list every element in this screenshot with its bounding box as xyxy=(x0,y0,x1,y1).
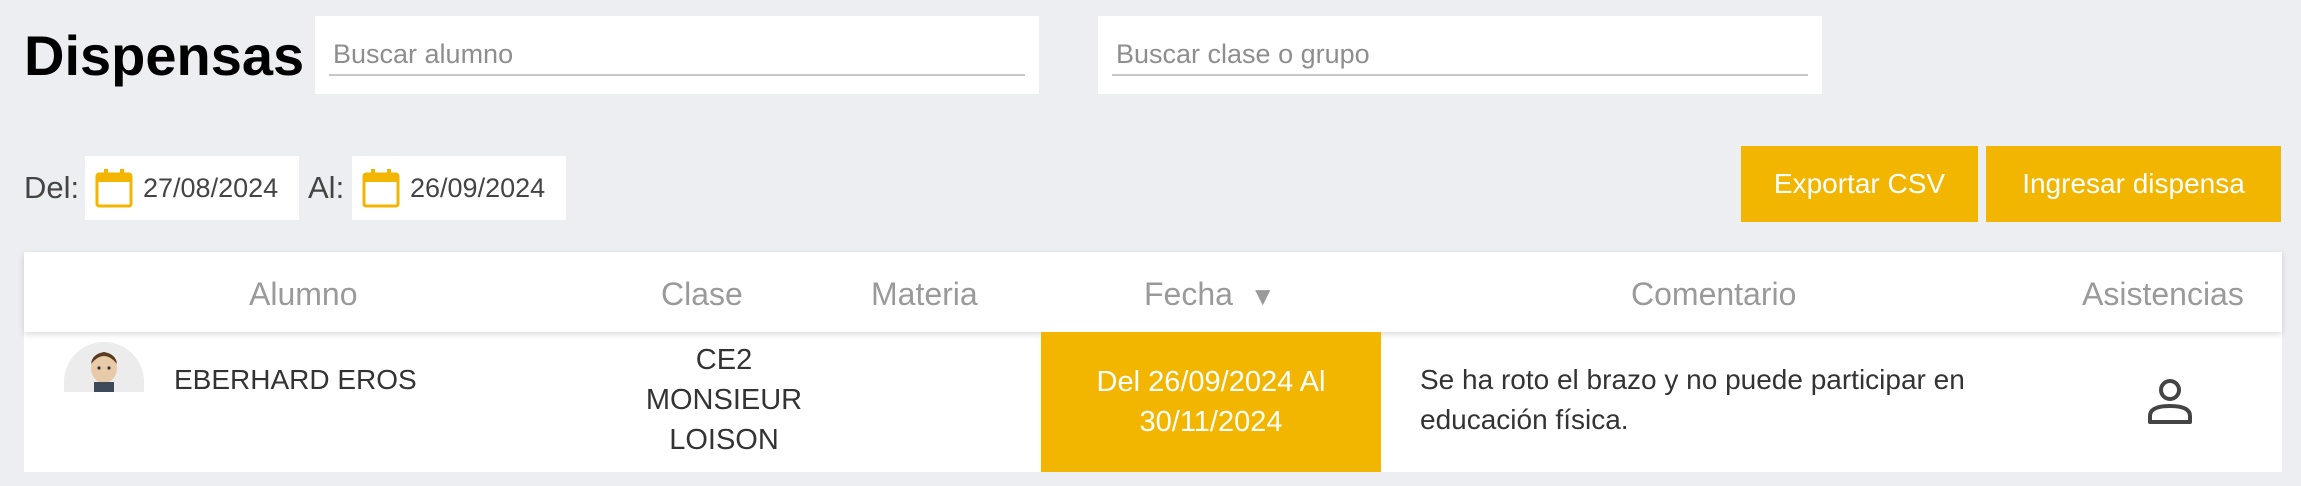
comment-line: educación física. xyxy=(1420,404,1629,435)
class-cell: CE2 MONSIEUR LOISON xyxy=(604,340,844,460)
student-name[interactable]: EBERHARD EROS xyxy=(174,360,417,400)
dispensations-table: Alumno Clase Materia Fecha ▼ Comentario … xyxy=(24,252,2282,472)
page-title: Dispensas xyxy=(24,24,305,87)
calendar-icon xyxy=(95,169,133,208)
column-header-materia[interactable]: Materia xyxy=(871,274,978,314)
date-range-line: Del 26/09/2024 Al xyxy=(1096,366,1326,398)
search-class-input[interactable] xyxy=(1112,34,1808,76)
table-row[interactable]: EBERHARD EROS CE2 MONSIEUR LOISON Del 26… xyxy=(24,332,2282,472)
column-header-fecha-label: Fecha xyxy=(1144,276,1233,312)
comment-line: Se ha roto el brazo y no puede participa… xyxy=(1420,364,1965,395)
calendar-icon xyxy=(362,169,400,208)
column-header-comentario[interactable]: Comentario xyxy=(1631,274,1796,314)
search-student-input[interactable] xyxy=(329,34,1025,76)
search-student-box xyxy=(315,16,1039,94)
comment-cell: Se ha roto el brazo y no puede participa… xyxy=(1420,360,1965,440)
from-date-picker[interactable]: 27/08/2024 xyxy=(85,156,299,220)
avatar xyxy=(64,342,144,392)
add-dispensation-button[interactable]: Ingresar dispensa xyxy=(1986,146,2281,222)
class-line: MONSIEUR xyxy=(645,384,803,416)
to-label: Al: xyxy=(308,170,345,205)
column-header-fecha[interactable]: Fecha ▼ xyxy=(1144,274,1276,316)
export-csv-button[interactable]: Exportar CSV xyxy=(1741,146,1978,222)
date-range-cell: Del 26/09/2024 Al 30/11/2024 xyxy=(1041,332,1381,472)
page: Dispensas Del: 27/08/2024 Al: 26/09/2024… xyxy=(0,0,2301,486)
from-date-value: 27/08/2024 xyxy=(143,172,279,203)
column-header-clase[interactable]: Clase xyxy=(661,274,743,314)
class-line: CE2 xyxy=(695,344,753,376)
search-class-box xyxy=(1098,16,1822,94)
to-date-picker[interactable]: 26/09/2024 xyxy=(352,156,566,220)
to-date-value: 26/09/2024 xyxy=(410,172,546,203)
from-label: Del: xyxy=(24,170,80,205)
person-icon[interactable] xyxy=(2146,376,2194,426)
column-header-asistencias[interactable]: Asistencias xyxy=(2082,274,2244,314)
column-header-alumno[interactable]: Alumno xyxy=(249,274,358,314)
class-line: LOISON xyxy=(669,424,779,456)
table-header: Alumno Clase Materia Fecha ▼ Comentario … xyxy=(24,252,2282,332)
date-range-line: 30/11/2024 xyxy=(1139,406,1283,438)
sort-desc-icon: ▼ xyxy=(1249,281,1276,311)
